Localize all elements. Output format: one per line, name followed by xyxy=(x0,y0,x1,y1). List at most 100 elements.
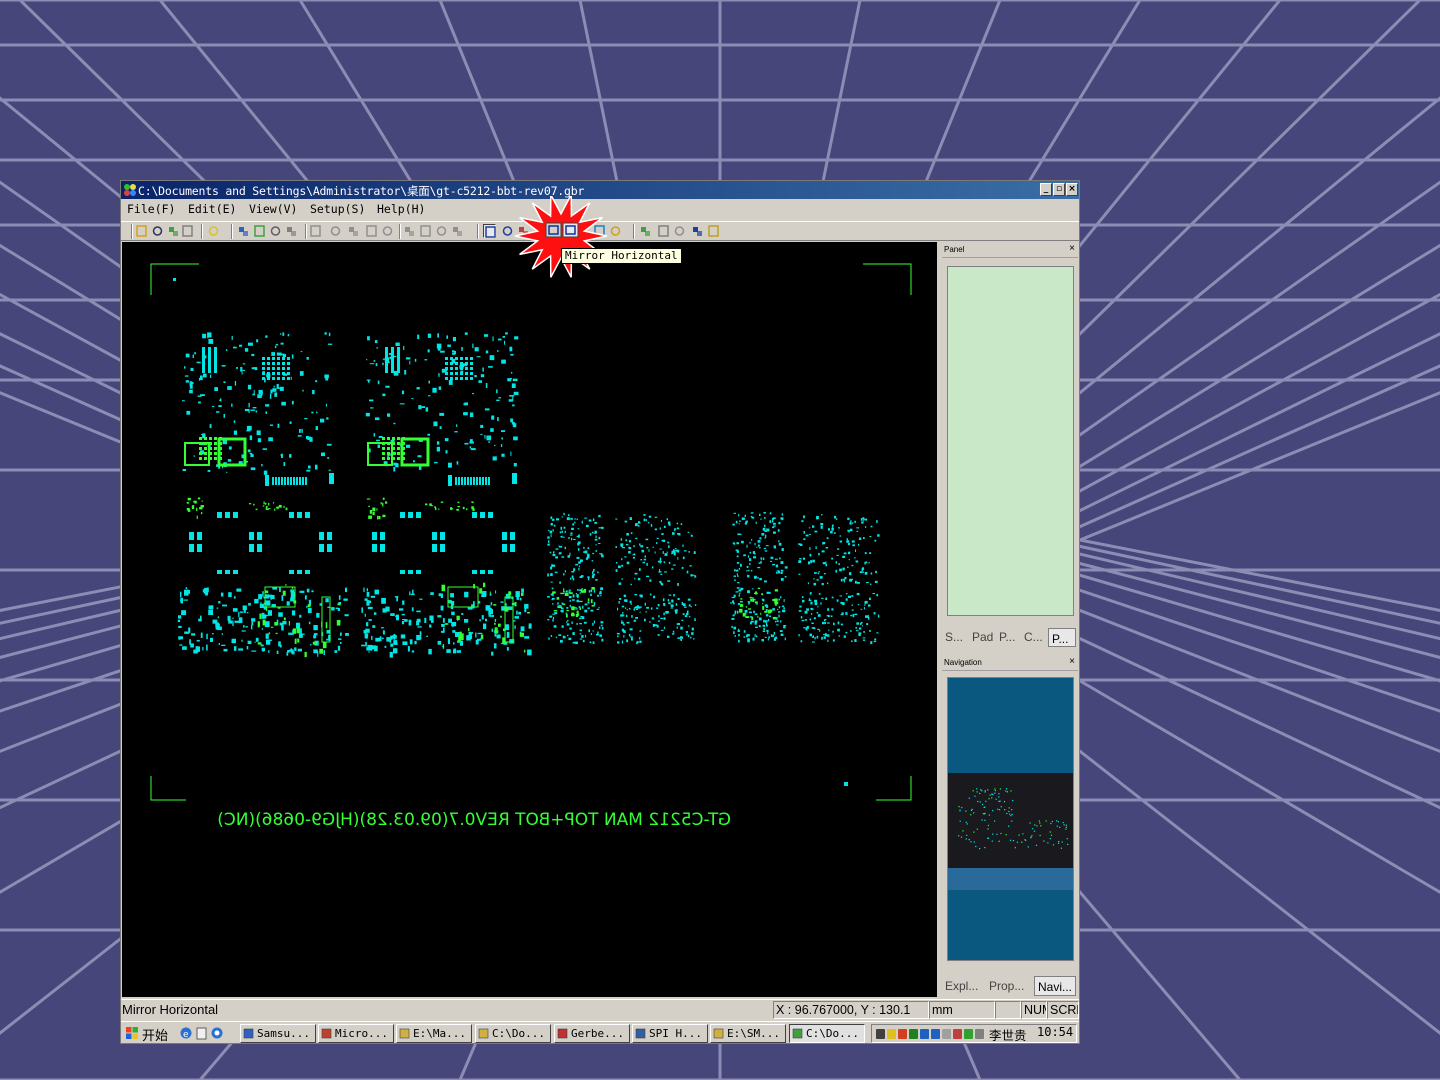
toolbar-tool-28-icon[interactable] xyxy=(657,224,670,238)
task-label: E:\SM... xyxy=(727,1027,780,1040)
toolbar-tool-29-icon[interactable] xyxy=(673,224,686,238)
task-label: SPI H... xyxy=(649,1027,702,1040)
toolbar-tool-8-icon[interactable] xyxy=(269,224,282,238)
task-app-icon xyxy=(557,1028,568,1039)
toolbar-tool-14-icon[interactable] xyxy=(381,224,394,238)
highlight-burst xyxy=(514,196,608,278)
navigation-close-icon[interactable]: × xyxy=(1069,656,1075,667)
taskbar-task-3[interactable]: E:\Ma... xyxy=(396,1024,472,1043)
toolbar-tool-18-icon[interactable] xyxy=(451,224,464,238)
panel-tab-p[interactable]: P... xyxy=(999,627,1023,647)
toolbar-tool-4-icon[interactable] xyxy=(181,224,194,238)
windows-flag-icon xyxy=(126,1027,138,1039)
toolbar-tool-1-icon[interactable] xyxy=(135,224,148,238)
tray-icons[interactable] xyxy=(874,1027,984,1041)
svg-text:e: e xyxy=(183,1030,189,1040)
start-button[interactable]: 开始 xyxy=(123,1024,171,1043)
task-app-icon xyxy=(321,1028,332,1039)
taskbar-task-7[interactable]: E:\SM... xyxy=(710,1024,786,1043)
menu-edit[interactable]: Edit(E) xyxy=(188,202,236,216)
panel-title: Panel xyxy=(944,245,965,254)
toolbar-tool-11-icon[interactable] xyxy=(329,224,342,238)
panel-tab-pad[interactable]: Pad xyxy=(972,627,998,647)
panel-content[interactable] xyxy=(947,266,1074,616)
menu-setup[interactable]: Setup(S) xyxy=(310,202,365,216)
panel-close-icon[interactable]: × xyxy=(1069,243,1075,254)
status-message: Mirror Horizontal xyxy=(122,1002,219,1017)
taskbar-task-6[interactable]: SPI H... xyxy=(632,1024,708,1043)
app-icon xyxy=(124,184,136,196)
navigation-thumbnail xyxy=(958,788,1069,850)
task-app-icon xyxy=(478,1028,489,1039)
toolbar-tool-31-icon[interactable] xyxy=(707,224,720,238)
taskbar-task-1[interactable]: Samsu... xyxy=(240,1024,316,1043)
app-window: C:\Documents and Settings\Administrator\… xyxy=(120,180,1080,1044)
task-label: Gerbe... xyxy=(571,1027,624,1040)
status-scrl: SCRL xyxy=(1047,1001,1079,1019)
task-label: C:\Do... xyxy=(492,1027,545,1040)
board-label: GT-C5212 MAN TOP+BOT REV0.7(09.03.28)(HJ… xyxy=(217,810,731,830)
toolbar-tool-7-icon[interactable] xyxy=(253,224,266,238)
navigation-tab-explorer[interactable]: Expl... xyxy=(945,976,987,996)
panel-tab-p-active[interactable]: P... xyxy=(1048,628,1076,647)
tray-clock: 10:54 xyxy=(1037,1025,1074,1039)
board-drawing: GT-C5212 MAN TOP+BOT REV0.7(09.03.28)(HJ… xyxy=(150,263,912,830)
status-coordinates: X : 96.767000, Y : 130.1 xyxy=(773,1001,929,1019)
toolbar-separator xyxy=(633,224,635,239)
toolbar-tool-2-icon[interactable] xyxy=(151,224,164,238)
toolbar-separator xyxy=(305,224,307,239)
task-label: Samsu... xyxy=(257,1027,310,1040)
task-app-icon xyxy=(713,1028,724,1039)
navigation-band xyxy=(948,868,1073,890)
toolbar-separator xyxy=(131,224,133,239)
taskbar-task-4[interactable]: C:\Do... xyxy=(475,1024,551,1043)
panel-tab-s[interactable]: S... xyxy=(945,627,971,647)
status-blank xyxy=(995,1001,1021,1019)
tray-user-name: 李世贵 xyxy=(989,1029,1027,1043)
menu-help[interactable]: Help(H) xyxy=(377,202,425,216)
toolbar-tool-30-icon[interactable] xyxy=(691,224,704,238)
navigation-viewport[interactable] xyxy=(948,773,1073,868)
panel-header: Panel × xyxy=(942,242,1078,258)
toolbar-tool-10-icon[interactable] xyxy=(309,224,322,238)
toolbar-tool-17-icon[interactable] xyxy=(435,224,448,238)
start-label: 开始 xyxy=(142,1028,169,1043)
panel-dock: Panel × S... Pad P... C... P... xyxy=(942,242,1078,651)
task-app-icon xyxy=(792,1028,803,1039)
minimize-button[interactable]: _ xyxy=(1040,183,1052,196)
task-label: C:\Do... xyxy=(806,1027,859,1040)
status-unit: mm xyxy=(929,1001,995,1019)
taskbar-task-5[interactable]: Gerbe... xyxy=(554,1024,630,1043)
task-label: Micro... xyxy=(335,1027,388,1040)
gerber-canvas[interactable]: GT-C5212 MAN TOP+BOT REV0.7(09.03.28)(HJ… xyxy=(122,242,937,997)
toolbar-tool-27-icon[interactable] xyxy=(639,224,652,238)
toolbar-tool-16-icon[interactable] xyxy=(419,224,432,238)
navigation-tab-navigation[interactable]: Navi... xyxy=(1034,976,1076,996)
taskbar-task-2[interactable]: Micro... xyxy=(318,1024,394,1043)
navigation-preview[interactable] xyxy=(947,677,1074,961)
taskbar: 开始 e Samsu... Micro... E:\Ma... C:\Do... Ger… xyxy=(121,1021,1079,1043)
close-button[interactable]: × xyxy=(1066,183,1078,196)
toolbar-tool-9-icon[interactable] xyxy=(285,224,298,238)
task-app-icon xyxy=(635,1028,646,1039)
menu-file[interactable]: File(F) xyxy=(127,202,175,216)
toolbar-separator xyxy=(231,224,233,239)
toolbar-separator xyxy=(477,224,479,239)
navigation-tab-properties[interactable]: Prop... xyxy=(989,976,1033,996)
toolbar-tool-13-icon[interactable] xyxy=(365,224,378,238)
panel-tab-c[interactable]: C... xyxy=(1024,627,1048,647)
restore-button[interactable]: ▫ xyxy=(1053,183,1065,196)
task-app-icon xyxy=(399,1028,410,1039)
toolbar-tool-12-icon[interactable] xyxy=(347,224,360,238)
toolbar-tool-19-icon[interactable] xyxy=(483,224,496,238)
toolbar-tool-6-icon[interactable] xyxy=(237,224,250,238)
task-app-icon xyxy=(243,1028,254,1039)
toolbar-tool-3-icon[interactable] xyxy=(167,224,180,238)
menu-view[interactable]: View(V) xyxy=(249,202,297,216)
quick-launch-icons[interactable]: e xyxy=(179,1026,229,1040)
taskbar-task-8[interactable]: C:\Do... xyxy=(789,1024,865,1043)
toolbar-tool-15-icon[interactable] xyxy=(403,224,416,238)
toolbar-tool-5-icon[interactable] xyxy=(207,224,220,238)
navigation-dock: Navigation × Expl... Prop... Navi... xyxy=(942,655,1078,997)
status-num: NUM xyxy=(1021,1001,1047,1019)
